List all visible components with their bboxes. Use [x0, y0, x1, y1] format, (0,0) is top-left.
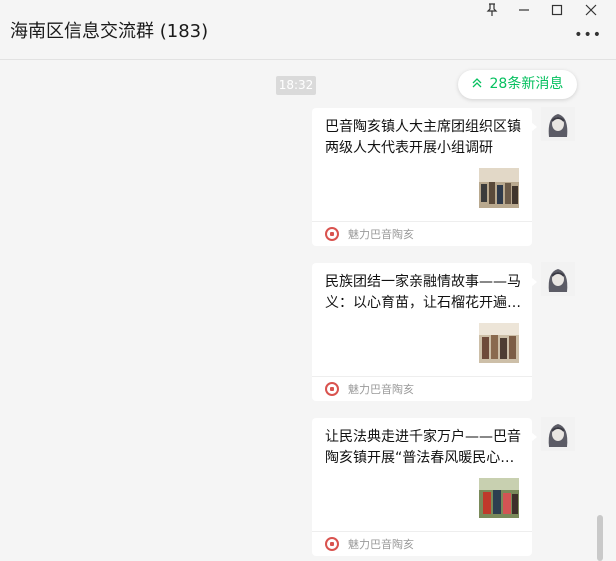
- source-name: 魅力巴音陶亥: [348, 383, 414, 396]
- message-timestamp: 18:32: [276, 76, 316, 95]
- article-card[interactable]: 民族团结一家亲融情故事——马义：以心育苗，让石榴花开遍… 魅力巴音陶亥: [312, 263, 537, 401]
- article-title: 民族团结一家亲融情故事——马义：以心育苗，让石榴花开遍…: [325, 274, 521, 311]
- source-logo-icon: [325, 227, 339, 241]
- article-thumbnail: [479, 168, 519, 208]
- article-card[interactable]: 巴音陶亥镇人大主席团组织区镇两级人大代表开展小组调研 魅力巴音陶亥: [312, 108, 537, 246]
- source-logo-icon: [325, 382, 339, 396]
- new-messages-button[interactable]: 28条新消息: [458, 70, 577, 99]
- card-footer: 魅力巴音陶亥: [312, 221, 532, 246]
- article-title: 巴音陶亥镇人大主席团组织区镇两级人大代表开展小组调研: [325, 119, 521, 156]
- close-icon[interactable]: [584, 3, 598, 17]
- sender-avatar[interactable]: [541, 262, 575, 296]
- sender-avatar[interactable]: [541, 107, 575, 141]
- article-thumbnail: [479, 323, 519, 363]
- minimize-icon[interactable]: [517, 3, 531, 17]
- card-footer: 魅力巴音陶亥: [312, 376, 532, 401]
- new-messages-label: 28条新消息: [489, 76, 564, 92]
- source-name: 魅力巴音陶亥: [348, 228, 414, 241]
- bubble-tail: [531, 277, 537, 287]
- source-logo-icon: [325, 537, 339, 551]
- bubble-tail: [531, 432, 537, 442]
- maximize-icon[interactable]: [550, 3, 564, 17]
- pin-icon[interactable]: [485, 3, 499, 17]
- chat-header: 海南区信息交流群 (183) •••: [0, 0, 616, 60]
- article-title: 让民法典走进千家万户——巴音陶亥镇开展“普法春风暖民心…: [325, 429, 521, 466]
- more-options-icon[interactable]: •••: [574, 27, 602, 43]
- article-thumbnail: [479, 478, 519, 518]
- source-name: 魅力巴音陶亥: [348, 538, 414, 551]
- scrollbar[interactable]: [597, 515, 603, 561]
- card-footer: 魅力巴音陶亥: [312, 531, 532, 556]
- double-chevron-up-icon: [472, 77, 486, 91]
- article-card[interactable]: 让民法典走进千家万户——巴音陶亥镇开展“普法春风暖民心… 魅力巴音陶亥: [312, 418, 537, 556]
- chat-title: 海南区信息交流群 (183): [10, 21, 209, 42]
- bubble-tail: [531, 122, 537, 132]
- sender-avatar[interactable]: [541, 417, 575, 451]
